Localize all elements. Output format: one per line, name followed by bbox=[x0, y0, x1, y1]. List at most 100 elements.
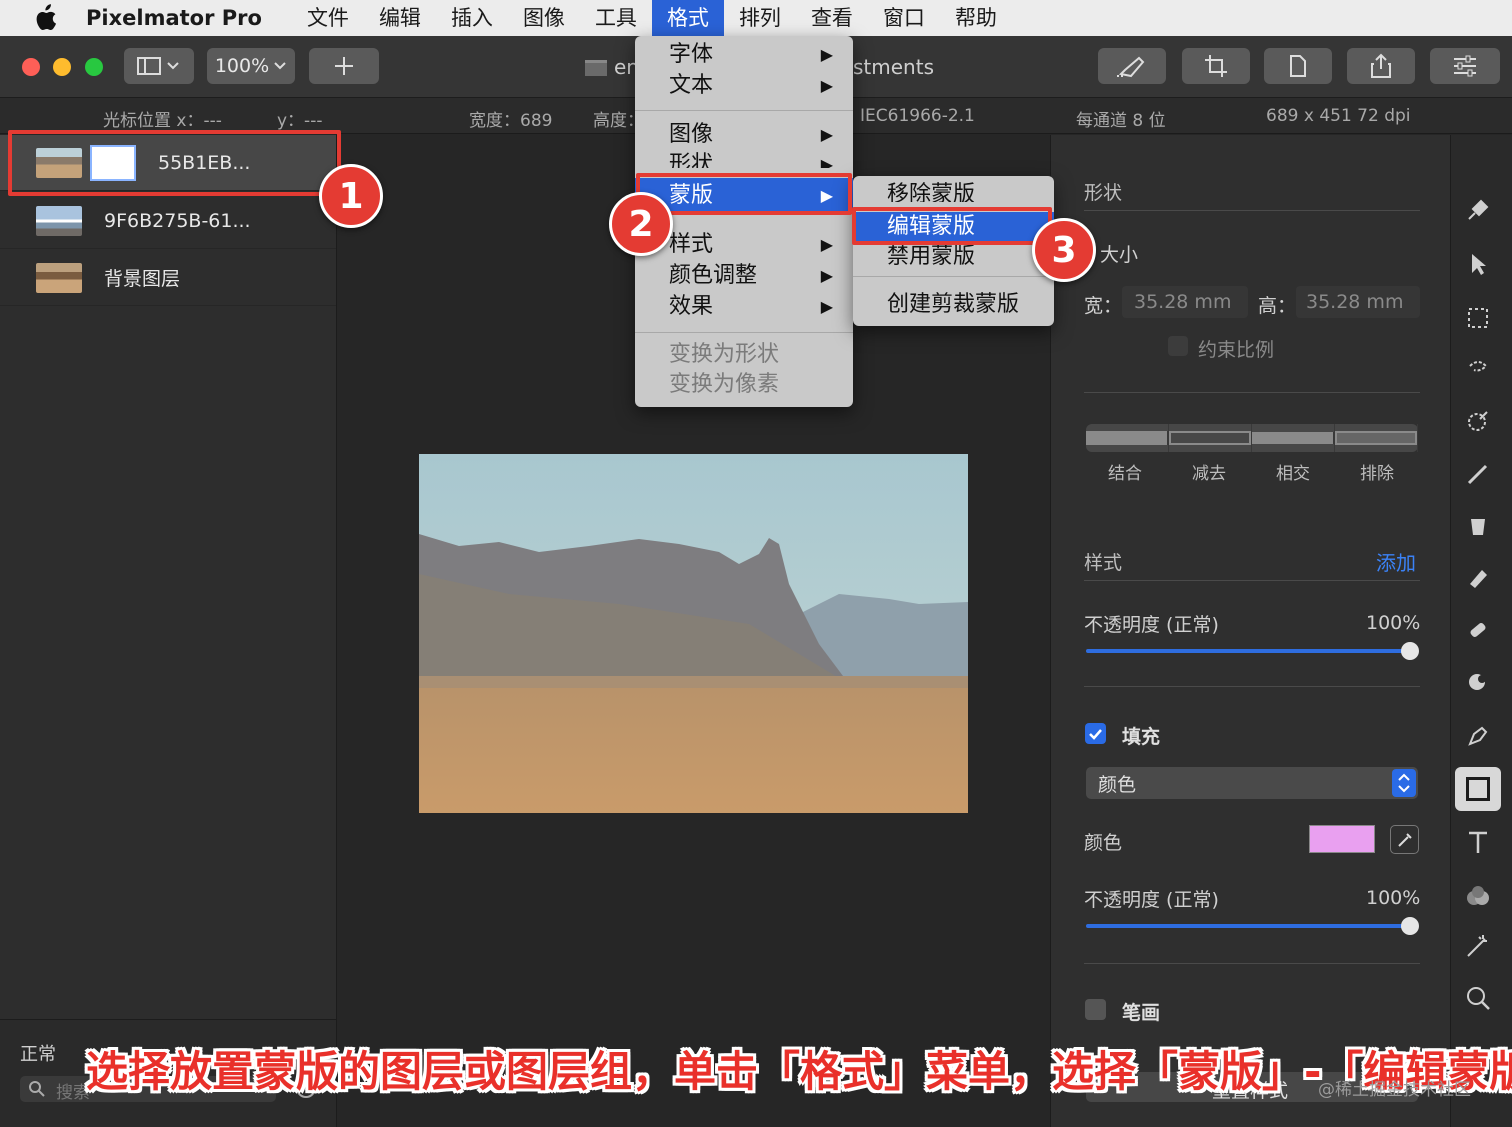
menu-item-label: 效果 bbox=[669, 294, 714, 319]
type-tool-icon[interactable] bbox=[1462, 826, 1494, 858]
fill-opacity-slider[interactable] bbox=[1086, 924, 1410, 928]
menu-insert[interactable]: 插入 bbox=[436, 0, 508, 36]
paint-tool-icon[interactable] bbox=[1462, 458, 1494, 490]
size-dropdown[interactable]: 大小 bbox=[1100, 240, 1138, 267]
menu-item-disable-mask[interactable]: 禁用蒙版 bbox=[853, 242, 1054, 266]
menu-file[interactable]: 文件 bbox=[292, 0, 364, 36]
highlight-box-layer bbox=[8, 130, 341, 196]
menu-item-remove-mask[interactable]: 移除蒙版 bbox=[853, 180, 1054, 202]
opacity-slider[interactable] bbox=[1086, 649, 1410, 653]
document-icon bbox=[585, 60, 607, 76]
add-style-button[interactable]: 添加 bbox=[1376, 547, 1416, 576]
menu-item-effects[interactable]: 效果 ▶ bbox=[635, 292, 853, 322]
menu-edit[interactable]: 编辑 bbox=[364, 0, 436, 36]
subtract-icon[interactable] bbox=[1169, 424, 1252, 452]
apple-icon[interactable] bbox=[30, 3, 60, 33]
divider bbox=[1084, 580, 1420, 581]
menu-item-label: 文本 bbox=[669, 73, 714, 98]
canvas-image[interactable] bbox=[419, 454, 968, 813]
document-button[interactable] bbox=[1264, 48, 1332, 84]
fill-checkbox[interactable] bbox=[1085, 723, 1106, 744]
arrange-tool-icon[interactable] bbox=[1462, 248, 1494, 280]
menu-tools[interactable]: 工具 bbox=[580, 0, 652, 36]
distort-tool-icon[interactable] bbox=[1462, 666, 1494, 698]
minimize-window-button[interactable] bbox=[53, 58, 71, 76]
checkmark-icon bbox=[1089, 728, 1102, 740]
crop-icon bbox=[1205, 55, 1227, 77]
smart-selection-tool-icon[interactable] bbox=[1462, 354, 1494, 386]
add-button[interactable] bbox=[309, 48, 379, 84]
menu-item-create-clipping-mask[interactable]: 创建剪裁蒙版 bbox=[853, 290, 1054, 320]
color-adjust-tool-icon[interactable] bbox=[1462, 405, 1494, 437]
constrain-checkbox[interactable] bbox=[1168, 336, 1188, 356]
menu-item-label: 创建剪裁蒙版 bbox=[887, 292, 1020, 317]
submenu-arrow-icon: ▶ bbox=[820, 76, 833, 95]
layers-panel: 55B1EB... 9F6B275B-61... 背景图层 正常 搜索 bbox=[0, 135, 337, 1127]
layer-thumbnail bbox=[36, 205, 82, 236]
menu-item-font[interactable]: 字体 ▶ bbox=[635, 40, 853, 70]
chevron-down-icon bbox=[274, 62, 286, 70]
erase-tool-icon[interactable] bbox=[1462, 562, 1494, 594]
width-field[interactable]: 35.28 mm bbox=[1122, 286, 1248, 318]
zoom-window-button[interactable] bbox=[85, 58, 103, 76]
menu-item-text[interactable]: 文本 ▶ bbox=[635, 71, 853, 101]
fill-color-well[interactable] bbox=[1309, 825, 1375, 853]
fill-opacity-label[interactable]: 不透明度 (正常) bbox=[1084, 885, 1219, 912]
opacity-label[interactable]: 不透明度 (正常) bbox=[1084, 610, 1219, 637]
fill-opacity-slider-knob[interactable] bbox=[1401, 917, 1419, 935]
chevron-updown-icon bbox=[1392, 769, 1416, 797]
fill-type-dropdown[interactable]: 颜色 bbox=[1086, 767, 1418, 799]
height-field[interactable]: 35.28 mm bbox=[1296, 286, 1420, 318]
style-tool-icon[interactable] bbox=[1462, 194, 1494, 226]
combine-icon[interactable] bbox=[1086, 424, 1169, 452]
menu-item-label: 变换为形状 bbox=[669, 342, 780, 367]
stroke-checkbox[interactable] bbox=[1085, 999, 1106, 1020]
share-button[interactable] bbox=[1347, 48, 1415, 84]
layer-row-2[interactable]: 9F6B275B-61... bbox=[0, 193, 336, 249]
eyedropper-button[interactable] bbox=[1390, 825, 1419, 854]
zoom-dropdown[interactable]: 100% bbox=[207, 48, 295, 84]
pen-tool-icon[interactable] bbox=[1462, 720, 1494, 752]
height-value: 35.28 mm bbox=[1306, 291, 1404, 313]
menu-format[interactable]: 格式 bbox=[651, 0, 724, 36]
exclude-icon[interactable] bbox=[1335, 424, 1418, 452]
menu-window[interactable]: 窗口 bbox=[868, 0, 940, 36]
retouch-tool-icon[interactable] bbox=[1462, 614, 1494, 646]
close-window-button[interactable] bbox=[22, 58, 40, 76]
share-icon bbox=[1371, 53, 1391, 78]
intersect-icon[interactable] bbox=[1252, 424, 1335, 452]
inspector-toggle-button[interactable] bbox=[1430, 48, 1500, 84]
layer-row-3[interactable]: 背景图层 bbox=[0, 250, 336, 306]
effects-tool-icon[interactable] bbox=[1462, 880, 1494, 912]
menu-item-color-adjustments[interactable]: 颜色调整 ▶ bbox=[635, 261, 853, 291]
menu-help[interactable]: 帮助 bbox=[940, 0, 1012, 36]
magic-wand-tool-icon[interactable] bbox=[1462, 930, 1494, 962]
menu-view[interactable]: 查看 bbox=[796, 0, 868, 36]
pen-tool-button[interactable] bbox=[1098, 48, 1166, 84]
crop-button[interactable] bbox=[1182, 48, 1250, 84]
selection-tool-icon[interactable] bbox=[1462, 302, 1494, 334]
sidebar-toggle-button[interactable] bbox=[124, 48, 194, 84]
divider bbox=[1084, 210, 1420, 211]
opacity-slider-knob[interactable] bbox=[1401, 642, 1419, 660]
fill-tool-icon[interactable] bbox=[1462, 510, 1494, 542]
menu-item-image[interactable]: 图像 ▶ bbox=[635, 120, 853, 150]
menu-image[interactable]: 图像 bbox=[508, 0, 580, 36]
menu-item-shape[interactable]: 形状 ▶ bbox=[635, 150, 853, 168]
shape-tool-icon[interactable] bbox=[1455, 767, 1501, 811]
eyedropper-icon bbox=[1397, 832, 1412, 847]
menu-separator bbox=[635, 332, 853, 333]
menu-separator bbox=[853, 276, 1054, 277]
app-name[interactable]: Pixelmator Pro bbox=[86, 6, 262, 30]
blend-mode-label[interactable]: 正常 bbox=[20, 1040, 56, 1066]
boolean-ops-control[interactable] bbox=[1086, 424, 1418, 452]
subtract-label: 减去 bbox=[1192, 464, 1226, 484]
constrain-label: 约束比例 bbox=[1198, 339, 1275, 361]
desert-landscape-image bbox=[419, 454, 968, 813]
zoom-tool-icon[interactable] bbox=[1462, 982, 1494, 1014]
fill-label[interactable]: 填充 bbox=[1122, 722, 1160, 749]
stroke-label[interactable]: 笔画 bbox=[1122, 998, 1160, 1025]
exclude-label: 排除 bbox=[1360, 464, 1394, 484]
menu-item-label: 颜色调整 bbox=[669, 263, 758, 288]
menu-arrange[interactable]: 排列 bbox=[724, 0, 796, 36]
